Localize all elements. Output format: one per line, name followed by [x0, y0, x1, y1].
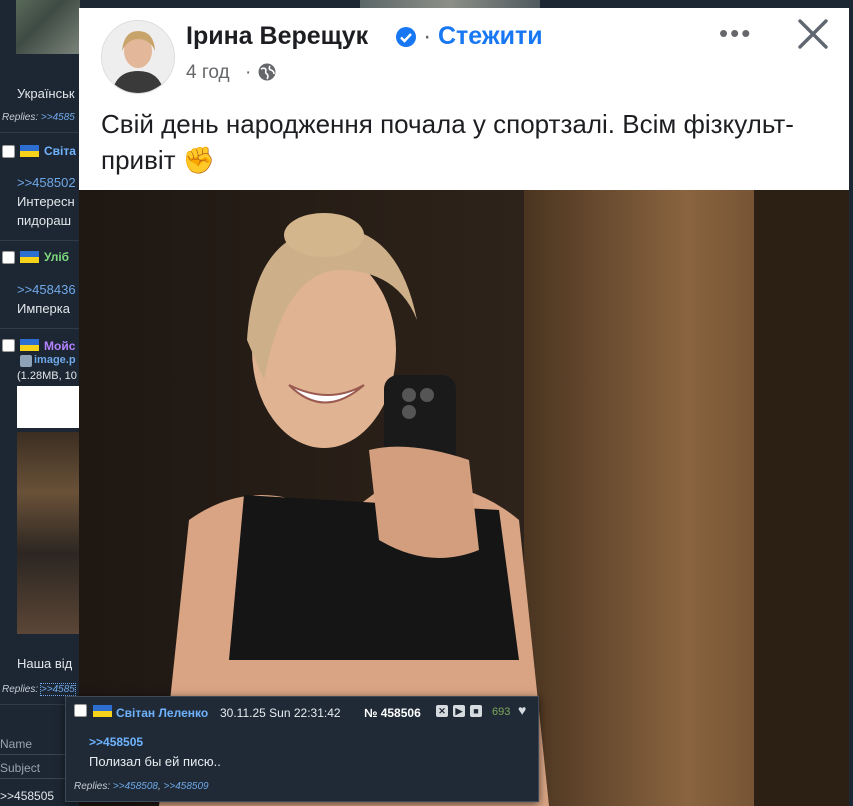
- post-replies: Replies: >>458508, >>458509: [74, 781, 209, 792]
- separator-dot: ·: [245, 62, 252, 83]
- reply-link[interactable]: >>458509: [164, 781, 209, 792]
- ukraine-flag-icon: [93, 705, 112, 717]
- post-checkbox[interactable]: [2, 251, 15, 264]
- author-name[interactable]: Ірина Верещук: [186, 22, 368, 51]
- post-checkbox[interactable]: [2, 145, 15, 158]
- name-label: Name: [0, 737, 33, 751]
- separator-dot: ·: [423, 22, 432, 50]
- file-link[interactable]: image.p: [34, 354, 76, 366]
- subject-label: Subject: [0, 761, 41, 775]
- poster-name: Уліб: [44, 250, 70, 264]
- reply-link[interactable]: >>4585: [41, 112, 75, 123]
- post-time[interactable]: 4 год: [186, 62, 230, 84]
- reply-link[interactable]: >>458508: [113, 781, 158, 792]
- ellipsis-icon[interactable]: •••: [719, 18, 752, 49]
- post-text: Свій день народження почала у спортзалі.…: [101, 106, 801, 178]
- post-number[interactable]: № 458506: [364, 706, 421, 720]
- quote-link[interactable]: >>458505: [89, 735, 143, 749]
- replies-label: Replies:: [2, 684, 39, 695]
- ukraine-flag-icon: [20, 251, 39, 263]
- post-checkbox[interactable]: [74, 704, 87, 717]
- replies-label: Replies:: [74, 781, 111, 792]
- comment-field[interactable]: >>458505: [0, 789, 54, 803]
- post-text: Интересн: [17, 194, 75, 209]
- quote-link[interactable]: >>458502: [17, 175, 76, 190]
- reply-link[interactable]: >>4585: [39, 683, 76, 696]
- follow-button[interactable]: Стежити: [438, 22, 543, 51]
- post-replies: Replies: >>4585: [2, 112, 75, 123]
- post-text: пидораш: [17, 213, 72, 228]
- facebook-post-popup[interactable]: Ірина Верещук · Стежити 4 год · ••• Свій…: [79, 8, 849, 806]
- hide-icon[interactable]: ✕: [436, 705, 448, 717]
- previous-post-thumbnail-2[interactable]: [360, 0, 540, 8]
- attached-image-preview[interactable]: [17, 432, 79, 634]
- file-info: (1.28MB, 10: [17, 370, 77, 382]
- divider: [0, 132, 80, 133]
- post-date: 30.11.25 Sun 22:31:42: [220, 706, 341, 720]
- post-checkbox[interactable]: [2, 339, 15, 352]
- name-field[interactable]: [0, 754, 70, 755]
- post-text: Полизал бы ей писю..: [89, 754, 221, 769]
- divider: [0, 240, 80, 241]
- post-replies: Replies: >>4585: [2, 683, 76, 696]
- facebook-post-header: Ірина Верещук · Стежити 4 год · ••• Свій…: [79, 8, 849, 190]
- post-text: Имперка: [17, 301, 70, 316]
- stop-icon[interactable]: ■: [470, 705, 482, 717]
- post-text: Наша від: [17, 656, 73, 671]
- verified-badge-icon: [396, 27, 416, 47]
- poster-name: Світа: [44, 144, 76, 158]
- magnifier-icon[interactable]: [20, 355, 32, 367]
- avatar[interactable]: [101, 20, 175, 94]
- poster-name: Світан Леленко: [116, 706, 209, 720]
- quote-link[interactable]: >>458436: [17, 282, 76, 297]
- ukraine-flag-icon: [20, 145, 39, 157]
- reply-preview-popup: Світан Леленко 30.11.25 Sun 22:31:42 № 4…: [65, 696, 539, 802]
- previous-post-thumbnail[interactable]: [16, 0, 80, 54]
- replies-label: Replies:: [2, 112, 39, 123]
- subject-field[interactable]: [0, 778, 70, 779]
- ukraine-flag-icon: [20, 339, 39, 351]
- attached-image-thumbnail[interactable]: [17, 386, 79, 428]
- play-icon[interactable]: ▶: [453, 705, 465, 717]
- like-count: 693: [492, 706, 511, 718]
- globe-icon: [258, 63, 276, 81]
- heart-icon[interactable]: ♥: [518, 702, 526, 718]
- divider: [0, 328, 80, 329]
- post-text: Українськ: [17, 86, 75, 101]
- fist-emoji-icon: ✊: [182, 145, 216, 175]
- close-icon[interactable]: [795, 16, 831, 52]
- poster-name: Мойс: [44, 339, 76, 353]
